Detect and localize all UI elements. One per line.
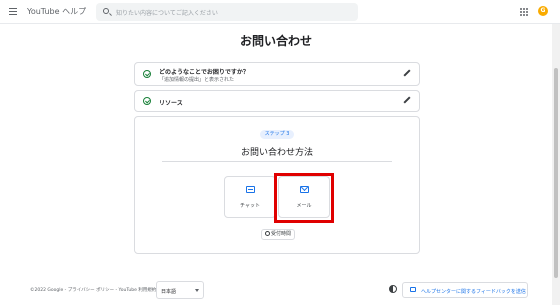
search-icon bbox=[103, 8, 109, 14]
page-title: お問い合わせ bbox=[239, 34, 312, 48]
contact-method-card: ステップ 3 お問い合わせ方法 チャット メール 受付時間 bbox=[134, 116, 420, 254]
divider bbox=[162, 161, 392, 162]
language-value: 日本語 bbox=[161, 289, 177, 295]
step-title: どのようなことでお困りですか？ bbox=[159, 69, 249, 76]
language-select[interactable]: 日本語 bbox=[156, 281, 204, 299]
edit-pencil-icon[interactable] bbox=[403, 97, 410, 104]
business-hours-label: 受付時間 bbox=[270, 231, 291, 237]
chat-icon bbox=[246, 186, 255, 193]
step-badge: ステップ 3 bbox=[260, 130, 294, 139]
feedback-icon bbox=[410, 287, 416, 292]
highlight-box bbox=[274, 173, 334, 223]
scrollbar-thumb[interactable] bbox=[554, 68, 558, 278]
dark-mode-toggle-icon[interactable] bbox=[389, 285, 397, 293]
step-title: リソース bbox=[159, 100, 183, 107]
step-card-problem[interactable]: どのようなことでお困りですか？ 「追加情報の提出」と表示された bbox=[134, 62, 420, 86]
search-bar[interactable]: 知りたい内容についてご記入ください bbox=[96, 3, 358, 21]
feedback-label: ヘルプセンターに関するフィードバックを送信 bbox=[421, 289, 526, 295]
contact-method-title: お問い合わせ方法 bbox=[240, 148, 313, 158]
clock-icon bbox=[264, 231, 270, 236]
scrollbar[interactable] bbox=[552, 24, 560, 305]
step-subtitle: 「追加情報の提出」と表示された bbox=[159, 77, 235, 83]
chat-option-label: チャット bbox=[240, 203, 260, 209]
menu-icon[interactable] bbox=[9, 8, 17, 15]
search-input[interactable]: 知りたい内容についてご記入ください bbox=[116, 8, 218, 17]
check-circle-icon bbox=[143, 70, 151, 78]
step-card-resources[interactable]: リソース bbox=[134, 90, 420, 112]
chat-option-button[interactable]: チャット bbox=[224, 176, 276, 218]
check-circle-icon bbox=[143, 97, 151, 105]
top-bar: YouTube ヘルプ 知りたい内容についてご記入ください G bbox=[0, 0, 560, 24]
apps-grid-icon[interactable] bbox=[520, 8, 528, 16]
business-hours-button[interactable]: 受付時間 bbox=[261, 229, 295, 240]
feedback-button[interactable]: ヘルプセンターに関するフィードバックを送信 bbox=[402, 282, 528, 298]
avatar[interactable]: G bbox=[538, 6, 548, 16]
edit-pencil-icon[interactable] bbox=[403, 70, 410, 77]
app-title[interactable]: YouTube ヘルプ bbox=[27, 6, 86, 17]
footer-links[interactable]: ©2022 Google - プライバシー ポリシー - YouTube 利用規… bbox=[30, 287, 156, 293]
caret-down-icon bbox=[195, 289, 199, 292]
